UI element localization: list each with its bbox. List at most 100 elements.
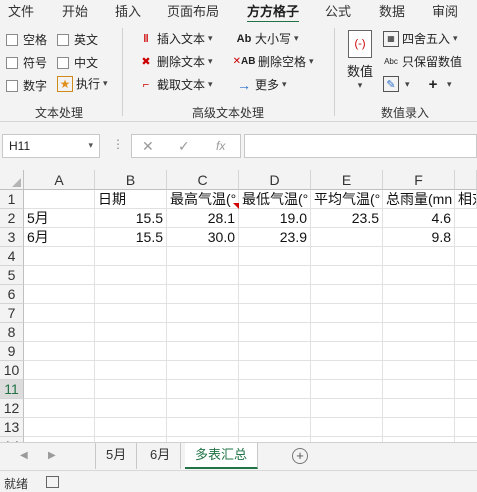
macro-record-icon[interactable] bbox=[46, 476, 59, 488]
checkbox-box[interactable] bbox=[6, 79, 18, 92]
case-button[interactable]: Ab 大小写 ▾ bbox=[236, 30, 299, 47]
status-bar: 就绪 bbox=[0, 470, 477, 492]
insert-text-button[interactable]: ‖ 插入文本 ▾ bbox=[138, 30, 212, 47]
delete-text-label: 删除文本 bbox=[157, 55, 206, 69]
cancel-icon[interactable]: ✕ bbox=[142, 138, 154, 155]
column-header-c[interactable]: C bbox=[167, 170, 239, 190]
row-header-2[interactable]: 2 bbox=[0, 209, 24, 228]
star-icon: ★ bbox=[57, 75, 73, 92]
more-button[interactable]: → 更多 ▾ bbox=[236, 76, 287, 93]
value-button[interactable]: (-) 数值 ▾ bbox=[342, 30, 378, 91]
round-label: 四舍五入 bbox=[402, 32, 451, 46]
tab-home[interactable]: 开始 bbox=[62, 1, 88, 20]
row-header-4[interactable]: 4 bbox=[0, 247, 24, 266]
row-header-12[interactable]: 12 bbox=[0, 399, 24, 418]
cell-c2[interactable]: 28.1 bbox=[167, 209, 239, 228]
add-dropdown-button[interactable]: + ▾ bbox=[425, 76, 452, 93]
checkbox-box[interactable] bbox=[6, 56, 18, 69]
keep-values-button[interactable]: Abc 只保留数值 bbox=[383, 53, 462, 70]
ribbon-tabs: 文件 开始 插入 页面布局 方方格子 公式 数据 审阅 bbox=[0, 0, 477, 23]
tab-insert[interactable]: 插入 bbox=[115, 1, 141, 20]
checkbox-box[interactable] bbox=[57, 33, 69, 46]
delete-spaces-icon: ✕ AB bbox=[232, 56, 256, 67]
checkbox-english[interactable]: 英文 bbox=[57, 31, 98, 48]
cell-b2[interactable]: 15.5 bbox=[95, 209, 167, 228]
cell-f1[interactable]: 总雨量(mn bbox=[383, 190, 455, 209]
function-icon[interactable]: fx bbox=[216, 139, 225, 153]
tab-formulas[interactable]: 公式 bbox=[325, 1, 351, 20]
cell-d2[interactable]: 19.0 bbox=[239, 209, 311, 228]
row-header-6[interactable]: 6 bbox=[0, 285, 24, 304]
column-header-f[interactable]: F bbox=[383, 170, 455, 190]
prev-sheet-icon[interactable]: ◀ bbox=[20, 450, 28, 461]
cell-a1[interactable] bbox=[24, 190, 95, 209]
group-label-number: 数值录入 bbox=[381, 106, 430, 120]
tab-page-layout[interactable]: 页面布局 bbox=[167, 1, 219, 20]
more-dots-icon: ⋮ bbox=[112, 137, 124, 151]
chevron-down-icon[interactable]: ▾ bbox=[88, 140, 93, 151]
execute-button[interactable]: ★ 执行 ▾ bbox=[57, 75, 108, 92]
formula-input[interactable] bbox=[244, 134, 477, 158]
checkbox-label: 空格 bbox=[23, 33, 48, 47]
extract-text-button[interactable]: ⌐ 截取文本 ▾ bbox=[138, 76, 213, 93]
add-sheet-icon[interactable]: + bbox=[292, 448, 308, 464]
sheet-tab-june[interactable]: 6月 bbox=[140, 443, 182, 469]
row-header-13[interactable]: 13 bbox=[0, 418, 24, 437]
sheet-tab-may[interactable]: 5月 bbox=[95, 443, 138, 469]
delete-spaces-button[interactable]: ✕ AB 删除空格 ▾ bbox=[232, 53, 314, 70]
cell-e1[interactable]: 平均气温(° bbox=[311, 190, 383, 209]
row-header-1[interactable]: 1 bbox=[0, 190, 24, 209]
column-header-d[interactable]: D bbox=[239, 170, 311, 190]
column-header-g[interactable] bbox=[455, 170, 477, 190]
cell-d3[interactable]: 23.9 bbox=[239, 228, 311, 247]
column-header-e[interactable]: E bbox=[311, 170, 383, 190]
cell-c3[interactable]: 30.0 bbox=[167, 228, 239, 247]
row-header-10[interactable]: 10 bbox=[0, 361, 24, 380]
cell-a3[interactable]: 6月 bbox=[24, 228, 95, 247]
status-text: 就绪 bbox=[4, 477, 29, 491]
row-header-8[interactable]: 8 bbox=[0, 323, 24, 342]
row-header-9[interactable]: 9 bbox=[0, 342, 24, 361]
cell-c1[interactable]: 最高气温(° bbox=[167, 190, 239, 209]
delete-text-button[interactable]: ✖ 删除文本 ▾ bbox=[138, 53, 212, 70]
case-icon: Ab bbox=[236, 32, 252, 45]
tab-file[interactable]: 文件 bbox=[8, 1, 34, 20]
delete-text-icon: ✖ bbox=[141, 56, 151, 68]
cell-g1[interactable]: 相对 bbox=[455, 190, 477, 209]
name-box[interactable]: H11 ▾ bbox=[2, 134, 100, 158]
sheet-tab-summary[interactable]: 多表汇总 bbox=[185, 443, 259, 469]
cell-e2[interactable]: 23.5 bbox=[311, 209, 383, 228]
checkbox-symbol[interactable]: 符号 bbox=[6, 54, 47, 71]
insert-text-label: 插入文本 bbox=[157, 32, 206, 46]
next-sheet-icon[interactable]: ▶ bbox=[48, 450, 56, 461]
checkbox-label: 符号 bbox=[23, 56, 48, 70]
keep-values-label: 只保留数值 bbox=[402, 55, 463, 69]
cell-f2[interactable]: 4.6 bbox=[383, 209, 455, 228]
checkbox-space[interactable]: 空格 bbox=[6, 31, 47, 48]
tab-data[interactable]: 数据 bbox=[379, 1, 405, 20]
cell-f3[interactable]: 9.8 bbox=[383, 228, 455, 247]
column-header-b[interactable]: B bbox=[95, 170, 167, 190]
grid-icon: ▦ bbox=[383, 30, 399, 47]
cell-d1[interactable]: 最低气温(° bbox=[239, 190, 311, 209]
row-header-11[interactable]: 11 bbox=[0, 380, 24, 399]
cell-b3[interactable]: 15.5 bbox=[95, 228, 167, 247]
tab-fangfang[interactable]: 方方格子 bbox=[247, 1, 300, 23]
tab-review[interactable]: 审阅 bbox=[432, 1, 458, 20]
row-header-3[interactable]: 3 bbox=[0, 228, 24, 247]
row-header-5[interactable]: 5 bbox=[0, 266, 24, 285]
chevron-down-icon: ▾ bbox=[103, 78, 108, 88]
column-header-a[interactable]: A bbox=[24, 170, 95, 190]
row-header-7[interactable]: 7 bbox=[0, 304, 24, 323]
checkbox-box[interactable] bbox=[6, 33, 18, 46]
select-all-corner[interactable] bbox=[0, 170, 24, 190]
cell-a2[interactable]: 5月 bbox=[24, 209, 95, 228]
checkbox-box[interactable] bbox=[57, 56, 69, 69]
checkbox-number[interactable]: 数字 bbox=[6, 77, 47, 94]
edit-dropdown-button[interactable]: ✎ ▾ bbox=[383, 76, 410, 92]
confirm-icon[interactable]: ✓ bbox=[178, 138, 190, 155]
checkbox-chinese[interactable]: 中文 bbox=[57, 54, 98, 71]
round-button[interactable]: ▦ 四舍五入 ▾ bbox=[383, 30, 458, 47]
cell-b1[interactable]: 日期 bbox=[95, 190, 167, 209]
cell-e3[interactable] bbox=[311, 228, 383, 247]
